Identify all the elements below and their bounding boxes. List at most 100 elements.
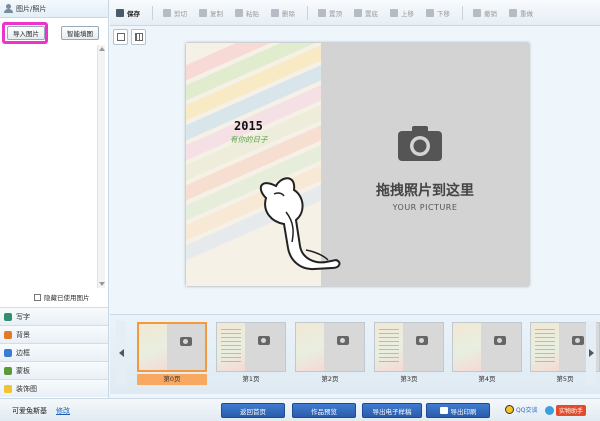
toolbar-label: 上移 [401,9,414,18]
thumb-photo [139,324,167,370]
toolbar-send-bottom-button[interactable]: 置底 [354,8,378,18]
hide-used-checkbox[interactable] [34,293,41,301]
export-print-button[interactable]: 导出印刷 [426,403,490,418]
main-toolbar: 保存 剪切 复制 粘贴 删除 置顶 置底 上移 下移 撤销 重做 [110,0,600,26]
move-up-icon [390,8,398,17]
rename-link[interactable]: 修改 [56,406,70,416]
page-thumbnail[interactable]: 第2页 [295,322,365,385]
thumb-drop-zone [245,323,285,371]
thumb-drop-zone [403,323,443,371]
qq-chat-button[interactable]: QQ交谈 [505,405,537,414]
scroll-up-icon[interactable] [99,47,105,51]
helper-label: 实物助手 [556,405,587,416]
category-item[interactable]: 背景 [0,325,108,343]
qq-penguin-icon [505,405,514,414]
delete-icon [271,8,279,17]
left-panel-header: 图片/照片 [0,0,108,18]
toolbar-cut-button[interactable]: 剪切 [163,8,187,18]
bottom-bar: 可爱兔斯基 修改 返回首页 作品预览 导出电子样稿 导出印刷 QQ交谈 实物助手 [0,398,600,421]
photo-drop-zone[interactable]: 拖拽照片到这里 YOUR PICTURE [321,43,529,286]
cut-icon [163,8,171,17]
export-print-label: 导出印刷 [450,407,477,416]
helper-icon [545,406,554,415]
camera-icon [398,126,442,161]
toolbar-move-down-button[interactable]: 下移 [426,8,450,18]
category-label: 边框 [16,348,30,357]
camera-icon [416,336,428,345]
photos-icon [4,4,13,13]
toolbar-redo-button[interactable]: 重做 [509,8,533,18]
back-home-button[interactable]: 返回首页 [221,403,285,418]
camera-icon [494,336,506,345]
toolbar-separator [462,5,463,20]
year-text: 2015 [234,119,263,133]
toolbar-undo-button[interactable]: 撤销 [473,8,497,18]
paste-icon [235,8,243,17]
filmstrip-prev-button[interactable] [116,321,126,385]
layout-single-button[interactable] [113,29,128,45]
thumb-drop-zone [481,323,521,371]
design-canvas[interactable]: 2015 有你的日子 拖拽照片到这里 YOUR PICTURE [186,43,529,286]
printer-icon [439,407,448,414]
toolbar-label: 删除 [282,9,295,18]
toolbar-label: 重做 [520,9,533,18]
category-item[interactable]: 边框 [0,343,108,361]
drop-zone-title: 拖拽照片到这里 [376,183,474,199]
hide-used-toggle[interactable]: 隐藏已使用图片 [34,292,90,302]
redo-icon [509,8,517,17]
drop-zone-subtitle: YOUR PICTURE [392,203,458,212]
page-thumbnail[interactable]: 第0页 [137,322,207,385]
toolbar-label: 下移 [437,9,450,18]
save-icon [116,8,124,17]
photo-list-scrollbar[interactable] [97,45,105,288]
toolbar-paste-button[interactable]: 粘贴 [235,8,259,18]
category-item[interactable]: 写字 [0,307,108,325]
page-thumbnail-image [216,322,286,372]
toolbar-move-up-button[interactable]: 上移 [390,8,414,18]
grid-icon [135,33,143,41]
export-proof-button[interactable]: 导出电子样稿 [362,403,422,418]
single-frame-icon [117,33,125,41]
camera-icon [337,336,349,345]
category-item[interactable]: 蒙板 [0,361,108,379]
page-thumbnail-image [137,322,207,372]
page-thumbnail[interactable]: 第1页 [216,322,286,385]
category-label: 写字 [16,312,30,321]
chevron-right-icon [588,349,594,357]
rabbit-sticker[interactable] [256,168,346,273]
camera-icon [258,336,270,345]
filmstrip-next-button[interactable] [586,321,596,385]
layout-grid-button[interactable] [131,29,146,45]
toolbar-label: 保存 [127,9,140,18]
toolbar-bring-top-button[interactable]: 置顶 [318,8,342,18]
chevron-left-icon [118,349,124,357]
thumb-drop-zone [167,324,205,370]
page-thumbnail[interactable]: 第4页 [452,322,522,385]
left-panel-title: 图片/照片 [16,4,47,13]
toolbar-delete-button[interactable]: 删除 [271,8,295,18]
scroll-down-icon[interactable] [99,282,105,286]
smart-fill-button[interactable]: 智能填图 [61,26,99,40]
thumb-photo [296,323,324,371]
background-icon [4,330,12,339]
script-text: 有你的日子 [230,135,268,144]
page-thumbnail[interactable]: 第3页 [374,322,444,385]
toolbar-label: 置顶 [329,9,342,18]
undo-icon [473,8,481,17]
helper-button[interactable]: 实物助手 [545,405,587,416]
move-down-icon [426,8,434,17]
toolbar-save-button[interactable]: 保存 [116,8,140,18]
toolbar-separator [307,5,308,20]
category-list: 写字背景边框蒙板装饰图 [0,307,108,397]
page-thumbnail-label: 第1页 [242,375,260,383]
canvas-tools [113,29,153,49]
toolbar-copy-button[interactable]: 复制 [199,8,223,18]
page-filmstrip: 第0页 第1页 第2页 第3页 第4页 第5页 [110,314,600,394]
thumb-drop-zone [324,323,364,371]
import-button-highlight [2,22,48,44]
preview-button[interactable]: 作品预览 [292,403,356,418]
page-thumbnail-label: 第3页 [400,375,418,383]
category-label: 蒙板 [16,366,30,375]
category-item[interactable]: 装饰图 [0,379,108,397]
category-label: 装饰图 [16,384,37,393]
